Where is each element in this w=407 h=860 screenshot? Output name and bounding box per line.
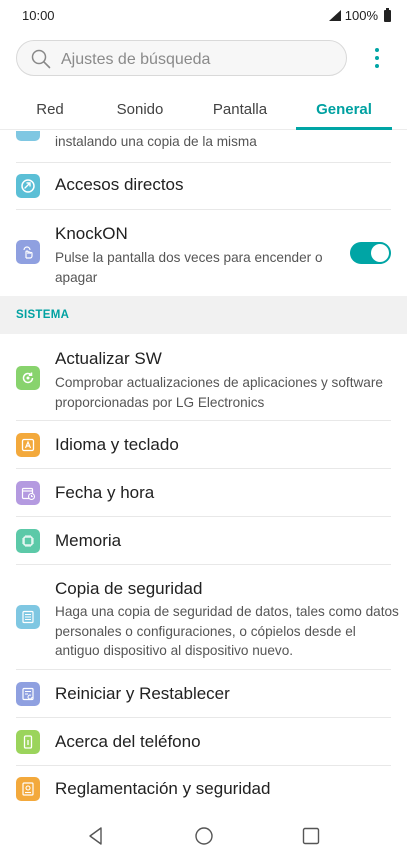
regulatory-title: Reglamentación y seguridad <box>55 779 271 798</box>
status-bar: 10:00 100% <box>0 0 407 32</box>
more-dot-icon <box>375 48 379 52</box>
shortcuts-title: Accesos directos <box>55 175 184 194</box>
home-icon[interactable] <box>192 824 216 848</box>
knockon-toggle[interactable] <box>350 242 391 264</box>
refresh-icon <box>16 366 40 390</box>
tab-red[interactable]: Red <box>0 88 100 130</box>
more-dot-icon <box>375 64 379 68</box>
status-indicators: 100% <box>328 7 391 23</box>
battery-level: 100% <box>344 8 378 23</box>
circle-arrow-icon <box>16 174 40 198</box>
tab-general[interactable]: General <box>296 88 392 130</box>
list-item-datetime[interactable]: Fecha y hora <box>0 469 407 516</box>
backup-list-icon <box>16 605 40 629</box>
tab-pantalla[interactable]: Pantalla <box>190 88 290 130</box>
list-item-language[interactable]: Idioma y teclado <box>0 421 407 468</box>
list-item-shortcuts[interactable]: Accesos directos <box>0 163 407 209</box>
hand-tap-icon <box>16 240 40 264</box>
list-item-knockon[interactable]: KnockON Pulse la pantalla dos veces para… <box>0 210 407 296</box>
list-item-partial[interactable]: instalando una copia de la misma <box>0 131 407 162</box>
knockon-subtitle: Pulse la pantalla dos veces para encende… <box>55 250 323 285</box>
phone-info-icon <box>16 730 40 754</box>
calendar-clock-icon <box>16 481 40 505</box>
recents-icon[interactable] <box>299 824 323 848</box>
search-input[interactable]: Ajustes de búsqueda <box>16 40 347 76</box>
update-title: Actualizar SW <box>55 349 162 368</box>
keyboard-letter-icon <box>16 433 40 457</box>
list-item-update[interactable]: Actualizar SW Comprobar actualizaciones … <box>0 334 407 420</box>
signal-icon <box>328 10 341 21</box>
reset-title: Reiniciar y Restablecer <box>55 684 230 703</box>
section-header-sistema: SISTEMA <box>0 296 407 334</box>
list-item-memory[interactable]: Memoria <box>0 517 407 564</box>
section-label: SISTEMA <box>16 309 70 321</box>
chip-icon <box>16 529 40 553</box>
toggle-knob <box>371 244 389 262</box>
list-item-about[interactable]: Acerca del teléfono <box>0 718 407 765</box>
memory-title: Memoria <box>55 531 122 550</box>
partial-icon <box>16 131 40 141</box>
back-icon[interactable] <box>84 824 108 848</box>
datetime-title: Fecha y hora <box>55 483 155 502</box>
document-seal-icon <box>16 777 40 801</box>
list-item-backup[interactable]: Copia de seguridad Haga una copia de seg… <box>0 565 407 669</box>
navigation-bar <box>0 812 407 860</box>
backup-subtitle: Haga una copia de seguridad de datos, ta… <box>55 604 399 658</box>
search-placeholder: Ajustes de búsqueda <box>61 51 211 68</box>
tab-sonido[interactable]: Sonido <box>90 88 190 130</box>
language-title: Idioma y teclado <box>55 435 179 454</box>
knockon-title: KnockON <box>55 224 128 243</box>
about-title: Acerca del teléfono <box>55 732 201 751</box>
more-options-button[interactable] <box>367 44 387 72</box>
partial-subtitle: instalando una copia de la misma <box>55 134 257 149</box>
tab-bar: Red Sonido Pantalla General <box>0 88 407 130</box>
reset-icon <box>16 682 40 706</box>
list-item-reset[interactable]: Reiniciar y Restablecer <box>0 670 407 717</box>
tab-indicator <box>296 127 392 130</box>
settings-list[interactable]: instalando una copia de la misma Accesos… <box>0 131 407 811</box>
list-item-regulatory[interactable]: Reglamentación y seguridad <box>0 766 407 811</box>
search-row: Ajustes de búsqueda <box>0 38 407 80</box>
backup-title: Copia de seguridad <box>55 579 203 598</box>
update-subtitle: Comprobar actualizaciones de aplicacione… <box>55 375 383 410</box>
more-dot-icon <box>375 56 379 60</box>
battery-icon <box>384 7 391 22</box>
status-time: 10:00 <box>22 8 55 23</box>
search-icon <box>31 49 51 69</box>
